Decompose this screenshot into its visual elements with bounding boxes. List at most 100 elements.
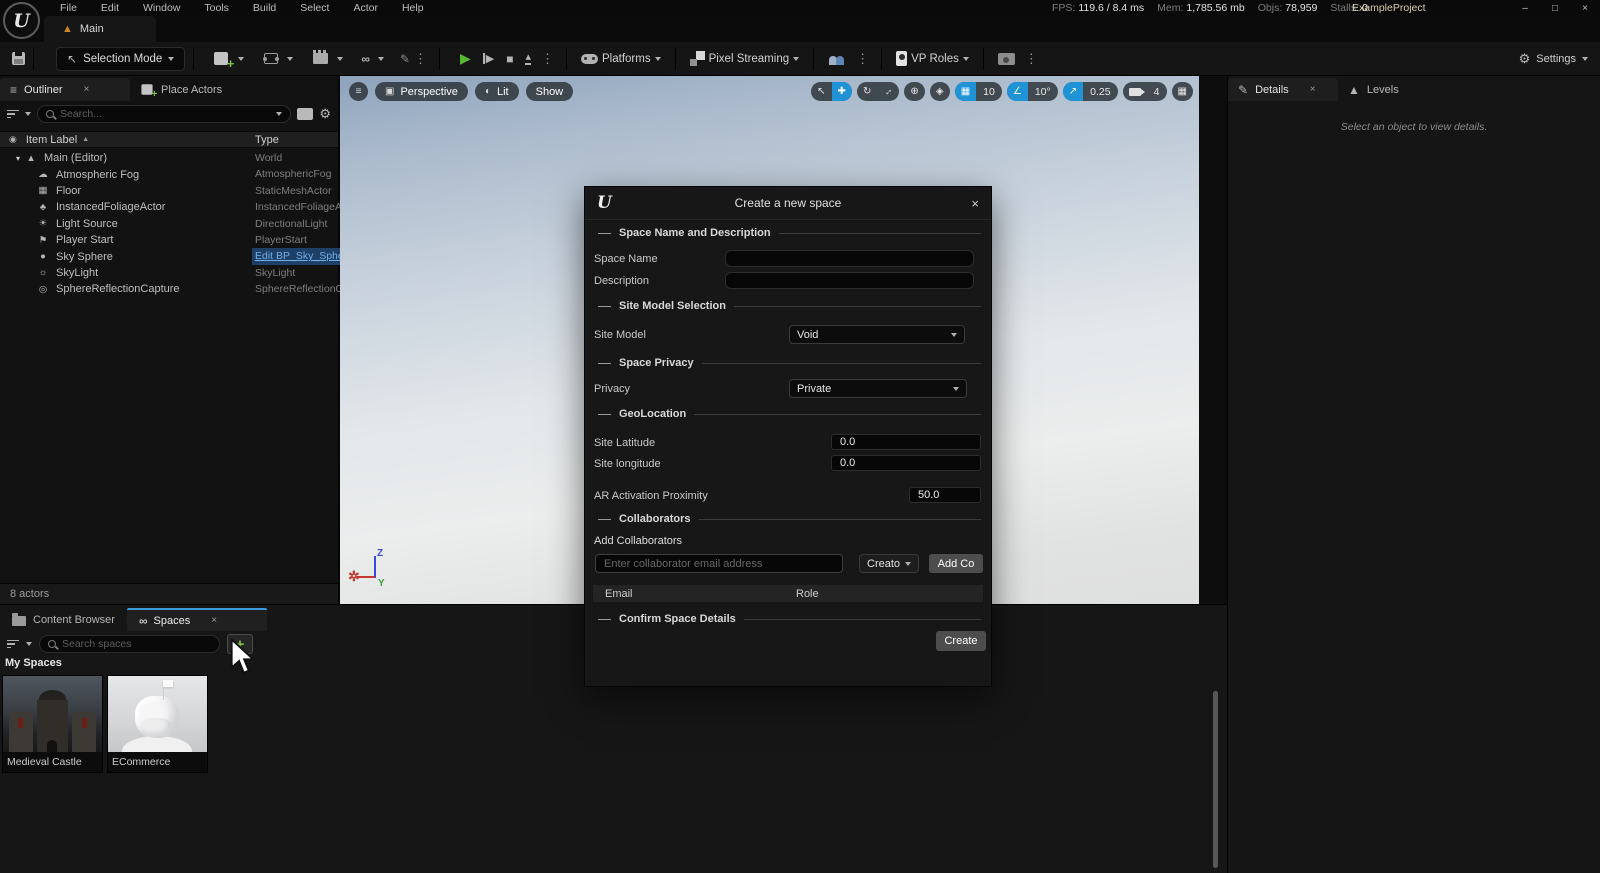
minimize-button[interactable]: –: [1510, 0, 1540, 16]
tab-spaces[interactable]: ∞ Spaces ×: [127, 608, 267, 631]
spaces-search-box[interactable]: [39, 635, 220, 653]
grid-snap-toggle[interactable]: ▦: [955, 82, 976, 101]
menu-tools[interactable]: Tools: [192, 2, 241, 14]
tab-content-browser[interactable]: Content Browser: [0, 608, 127, 631]
menu-help[interactable]: Help: [390, 2, 436, 14]
new-folder-icon[interactable]: [297, 108, 313, 120]
dialog-close-icon[interactable]: ×: [971, 196, 979, 211]
collaborator-role-dropdown[interactable]: Creato: [859, 554, 919, 573]
camera-speed-button[interactable]: [1123, 82, 1147, 101]
paint-mode-icon[interactable]: ✎: [400, 52, 410, 66]
surface-snap-button[interactable]: ◈: [930, 82, 950, 101]
table-row[interactable]: ☁ Atmospheric Fog AtmosphericFog: [0, 166, 338, 182]
collaboration-options-icon[interactable]: ⋮: [852, 51, 873, 67]
outliner-search-box[interactable]: [37, 105, 291, 123]
table-row[interactable]: ◎ SphereReflectionCapture SphereReflecti…: [0, 281, 338, 297]
add-actor-button[interactable]: [208, 46, 250, 72]
show-dropdown[interactable]: Show: [526, 82, 574, 101]
cinematics-button[interactable]: [307, 46, 349, 72]
tab-outliner[interactable]: ≡ Outliner ×: [0, 78, 130, 101]
scrollbar-thumb[interactable]: [1213, 691, 1218, 868]
tab-details[interactable]: ✎ Details ×: [1228, 78, 1338, 101]
menu-file[interactable]: File: [48, 2, 89, 14]
vp-roles-dropdown[interactable]: VP Roles: [890, 46, 975, 72]
settings-dropdown[interactable]: ⚙ Settings: [1519, 42, 1588, 76]
play-button[interactable]: ▶: [460, 50, 471, 67]
spaces-search-input[interactable]: [62, 638, 211, 650]
space-tile-medieval-castle[interactable]: Medieval Castle: [2, 675, 103, 773]
column-item-label[interactable]: Item Label: [26, 134, 77, 146]
filter-icon[interactable]: [7, 110, 19, 119]
space-name-input[interactable]: [725, 250, 974, 267]
edit-blueprint-link[interactable]: Edit BP_Sky_Sphe: [252, 248, 340, 264]
chevron-down-icon[interactable]: [25, 112, 31, 116]
create-space-button[interactable]: Create: [936, 631, 986, 651]
expand-caret-icon[interactable]: ▾: [16, 154, 20, 163]
virtual-camera-button[interactable]: [992, 46, 1021, 72]
close-icon[interactable]: ×: [211, 615, 217, 626]
table-row[interactable]: ☼ SkyLight SkyLight: [0, 265, 338, 281]
site-model-dropdown[interactable]: Void: [789, 325, 965, 344]
chevron-down-icon[interactable]: [276, 112, 282, 116]
collaboration-button[interactable]: [822, 46, 852, 72]
rotation-snap-toggle[interactable]: ∠: [1007, 82, 1028, 101]
blueprints-button[interactable]: [258, 46, 299, 72]
rotation-snap-value[interactable]: 10°: [1028, 82, 1058, 101]
close-button[interactable]: ×: [1570, 0, 1600, 16]
maximize-viewport-button[interactable]: ▦: [1172, 82, 1193, 101]
filter-icon[interactable]: [7, 640, 19, 649]
stop-button[interactable]: ■: [506, 52, 513, 66]
eject-button[interactable]: ▴: [525, 53, 531, 65]
maximize-button[interactable]: □: [1540, 0, 1570, 16]
step-play-button[interactable]: ▶: [483, 52, 494, 65]
toolbar-overflow-icon[interactable]: ⋮: [410, 51, 431, 67]
platforms-dropdown[interactable]: Platforms: [575, 46, 667, 72]
pixel-streaming-dropdown[interactable]: Pixel Streaming: [684, 46, 806, 72]
tab-levels[interactable]: ▲ Levels: [1338, 78, 1409, 101]
table-row[interactable]: ▾ ▲ Main (Editor) World: [0, 150, 338, 166]
move-tool[interactable]: ✚: [832, 82, 852, 101]
virtual-camera-options-icon[interactable]: ⋮: [1021, 51, 1042, 67]
viewport-menu-button[interactable]: ≡: [349, 82, 368, 101]
menu-edit[interactable]: Edit: [89, 2, 131, 14]
chevron-down-icon[interactable]: [26, 642, 32, 646]
add-collaborator-button[interactable]: Add Co: [929, 554, 983, 573]
perspective-dropdown[interactable]: ▣ Perspective: [375, 82, 468, 101]
tab-main-level[interactable]: ▲ Main: [44, 16, 156, 42]
space-tile-ecommerce[interactable]: ECommerce: [107, 675, 208, 773]
camera-speed-value[interactable]: 4: [1147, 82, 1167, 101]
close-icon[interactable]: ×: [1310, 84, 1316, 95]
select-tool[interactable]: ↖: [811, 82, 831, 101]
tab-place-actors[interactable]: Place Actors: [130, 78, 232, 101]
world-space-button[interactable]: ⊕: [904, 82, 924, 101]
sequencer-button[interactable]: ∞: [355, 46, 390, 72]
menu-actor[interactable]: Actor: [341, 2, 390, 14]
close-icon[interactable]: ×: [84, 84, 90, 95]
outliner-search-input[interactable]: [60, 108, 270, 120]
table-row[interactable]: ▦ Floor StaticMeshActor: [0, 183, 338, 199]
grid-snap-value[interactable]: 10: [976, 82, 1002, 101]
table-row[interactable]: ♣ InstancedFoliageActor InstancedFoliage…: [0, 199, 338, 215]
table-row[interactable]: ● Sky Sphere Edit BP_Sky_Sphe: [0, 248, 338, 264]
table-row[interactable]: ☀ Light Source DirectionalLight: [0, 216, 338, 232]
site-longitude-input[interactable]: [831, 455, 981, 471]
play-options-icon[interactable]: ⋮: [537, 51, 558, 67]
privacy-dropdown[interactable]: Private: [789, 379, 967, 398]
column-type[interactable]: Type: [255, 134, 279, 146]
save-icon[interactable]: [12, 52, 25, 65]
scale-tool[interactable]: ↔: [877, 82, 899, 101]
menu-select[interactable]: Select: [288, 2, 341, 14]
table-row[interactable]: ⚑ Player Start PlayerStart: [0, 232, 338, 248]
site-latitude-input[interactable]: [831, 434, 981, 450]
rotate-tool[interactable]: ↻: [857, 82, 877, 101]
visibility-eye-icon[interactable]: ◉: [9, 134, 17, 145]
lit-dropdown[interactable]: ◐ Lit: [475, 82, 519, 101]
outliner-settings-icon[interactable]: ⚙: [319, 106, 331, 122]
scale-snap-value[interactable]: 0.25: [1083, 82, 1117, 101]
description-input[interactable]: [725, 272, 974, 289]
selection-mode-dropdown[interactable]: ↖ Selection Mode: [56, 47, 185, 71]
collaborator-email-input[interactable]: [595, 554, 843, 573]
menu-build[interactable]: Build: [241, 2, 288, 14]
menu-window[interactable]: Window: [131, 2, 192, 14]
ar-proximity-input[interactable]: [909, 487, 981, 503]
